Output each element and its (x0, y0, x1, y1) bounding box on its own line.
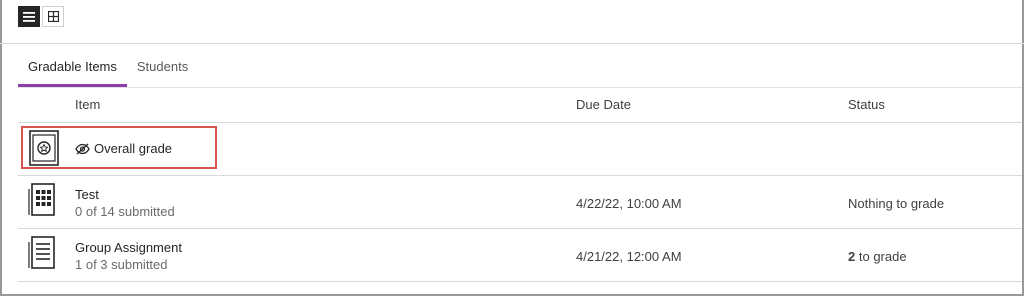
item-title-link[interactable]: Test (75, 187, 99, 202)
assignment-icon (26, 234, 62, 277)
tab-label: Students (136, 59, 189, 74)
item-submissions: 0 of 14 submitted (75, 204, 175, 219)
due-date: 4/22/22, 10:00 AM (576, 196, 682, 211)
column-header-status[interactable]: Status (848, 97, 885, 112)
status-count: 2 (848, 249, 856, 264)
grid-view-button[interactable] (42, 6, 64, 27)
top-divider (0, 43, 1024, 44)
status-label: Nothing to grade (848, 196, 945, 211)
list-icon (23, 11, 35, 22)
due-date: 4/21/22, 12:00 AM (576, 249, 682, 264)
tabs-divider (18, 87, 1022, 88)
status-label: to grade (858, 249, 907, 264)
tab-label: Gradable Items (28, 59, 117, 74)
header-divider (18, 122, 1022, 123)
item-title-link[interactable]: Group Assignment (75, 240, 182, 255)
tab-students[interactable]: Students (127, 58, 198, 87)
status-text[interactable]: 2 to grade (848, 249, 907, 264)
item-submissions: 1 of 3 submitted (75, 257, 168, 272)
status-text: Nothing to grade (848, 196, 944, 211)
row-divider (18, 228, 1022, 229)
list-view-button[interactable] (18, 6, 40, 27)
row-divider (18, 175, 1022, 176)
row-divider (18, 281, 1022, 282)
tab-bar: Gradable Items Students (18, 58, 198, 87)
column-header-due-date[interactable]: Due Date (576, 97, 631, 112)
grid-icon (47, 11, 59, 22)
test-icon (26, 181, 62, 224)
view-toggle (18, 6, 64, 27)
highlight-box (21, 126, 217, 169)
column-header-item[interactable]: Item (75, 97, 100, 112)
tab-gradable-items[interactable]: Gradable Items (18, 58, 127, 87)
